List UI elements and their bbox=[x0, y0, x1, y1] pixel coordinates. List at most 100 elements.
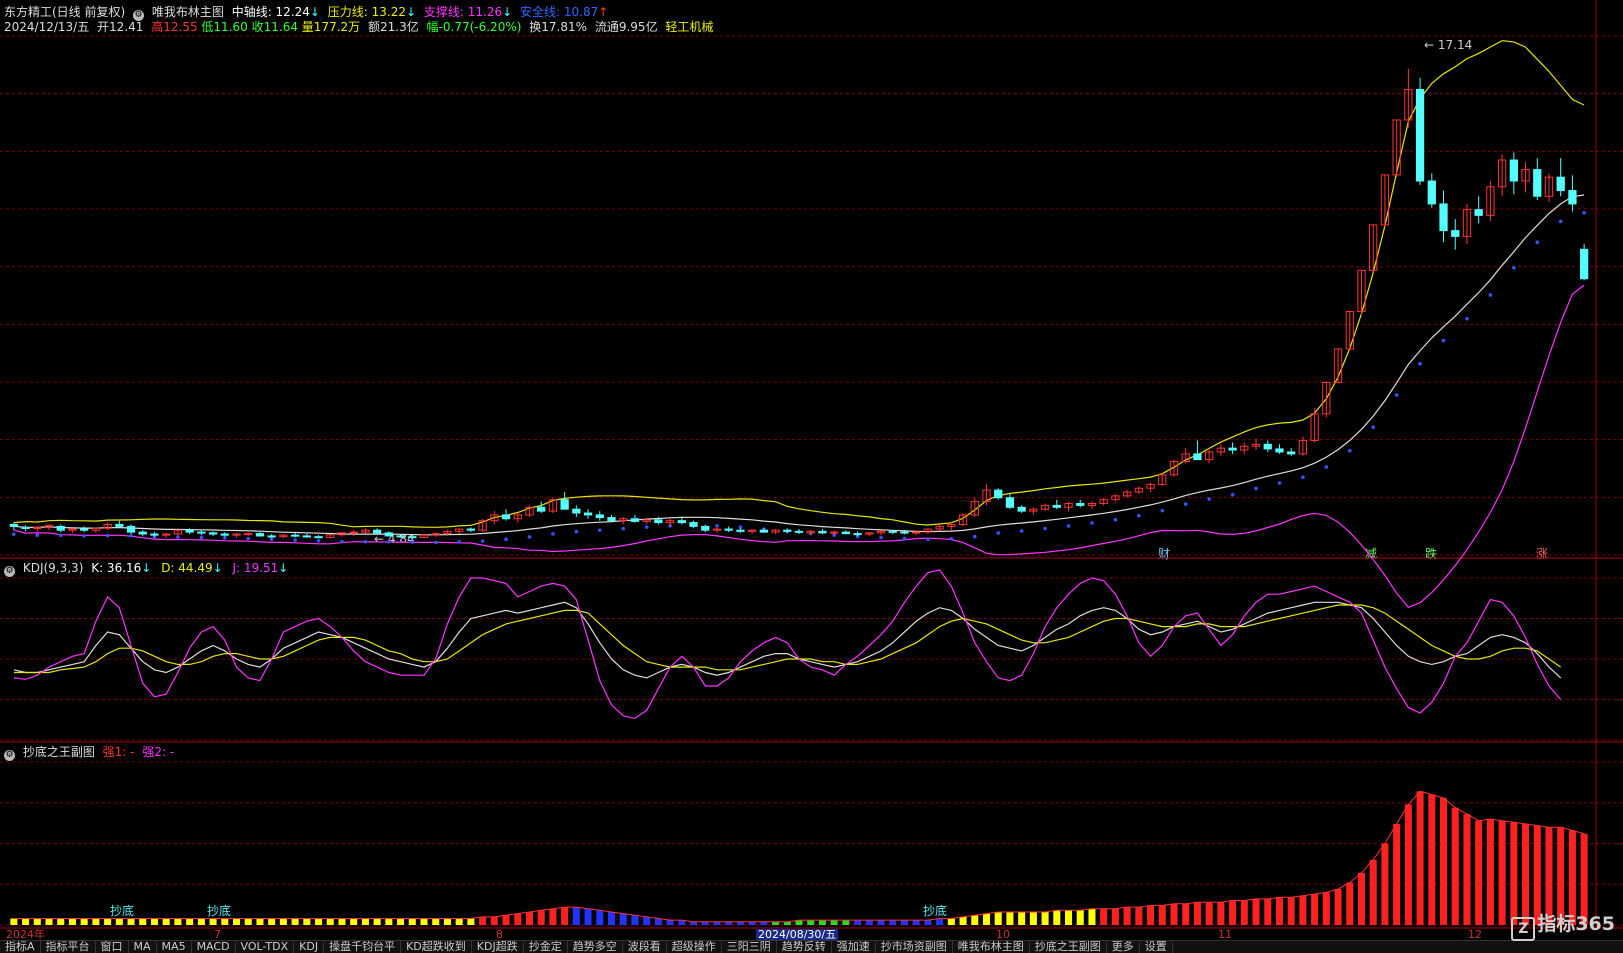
candle-body bbox=[466, 528, 476, 531]
candle-body bbox=[1263, 443, 1272, 450]
indicator-tab[interactable]: MA5 bbox=[157, 941, 192, 953]
candle-body bbox=[1076, 502, 1085, 506]
indicator-tab[interactable]: 趋势反转 bbox=[777, 941, 832, 953]
sub-bar bbox=[1041, 911, 1049, 925]
safe-line-dot bbox=[12, 532, 16, 536]
candle-body bbox=[1451, 230, 1460, 237]
sub-bar bbox=[1053, 910, 1061, 925]
indicator-tab[interactable]: 强加速 bbox=[832, 941, 876, 953]
sub-bar bbox=[256, 918, 264, 925]
sub-bar bbox=[748, 921, 756, 925]
sub-bar bbox=[982, 913, 991, 925]
sub-bar bbox=[1217, 902, 1225, 925]
indicator-tab[interactable]: 抄底之王副图 bbox=[1030, 941, 1107, 953]
sub-bar bbox=[408, 918, 416, 925]
sub-bar bbox=[139, 918, 147, 925]
sub-bar bbox=[666, 920, 674, 925]
indicator-tab[interactable]: 唯我布林主图 bbox=[953, 941, 1030, 953]
indicator-tab[interactable]: KDJ超跌 bbox=[472, 941, 524, 953]
sub-bar bbox=[1463, 814, 1471, 925]
chart-canvas[interactable] bbox=[0, 0, 1623, 952]
indicator-tab[interactable]: 设置 bbox=[1140, 941, 1173, 953]
sub-bar bbox=[479, 916, 487, 925]
sub-bar bbox=[1088, 908, 1096, 925]
safe-line-dot bbox=[246, 536, 251, 541]
sub-bar bbox=[760, 921, 768, 925]
sub-bar bbox=[279, 918, 287, 925]
logo-icon: Z bbox=[1511, 917, 1536, 941]
sub-bar bbox=[1229, 900, 1237, 925]
indicator-tab[interactable]: MA bbox=[129, 941, 157, 953]
indicator-tab[interactable]: 趋势多空 bbox=[568, 941, 623, 953]
sub-bar bbox=[57, 918, 65, 925]
candle-body bbox=[537, 506, 546, 512]
sub-bar bbox=[1393, 823, 1401, 925]
indicator-tab[interactable]: KD超跌收到 bbox=[401, 941, 472, 953]
kdj-d-line bbox=[13, 604, 1562, 674]
axis-month-10: 10 bbox=[996, 928, 1010, 941]
safe-line-dot bbox=[1512, 266, 1516, 270]
candle-body bbox=[80, 528, 89, 531]
sub-bar bbox=[1428, 794, 1436, 925]
kdj-j-line bbox=[13, 569, 1562, 720]
indicator-tab[interactable]: VOL-TDX bbox=[236, 941, 295, 953]
sub-bar bbox=[209, 918, 217, 925]
safe-line-dot bbox=[35, 533, 40, 537]
indicator-tab[interactable]: 波段看 bbox=[623, 941, 667, 953]
sub-bar bbox=[1100, 908, 1108, 925]
sub-bar bbox=[162, 918, 170, 925]
safe-line-dot bbox=[1066, 524, 1071, 528]
indicator-tab[interactable]: 超级操作 bbox=[667, 941, 722, 953]
candle-body bbox=[267, 535, 276, 538]
sub-bar bbox=[713, 921, 721, 925]
candle-body bbox=[1580, 248, 1589, 280]
indicator-tab[interactable]: KDJ bbox=[294, 941, 325, 953]
safe-line-dot bbox=[504, 537, 508, 542]
candle-body bbox=[1509, 159, 1518, 182]
safe-line-dot bbox=[1371, 425, 1376, 430]
indicator-tab[interactable]: 三阳三阴 bbox=[722, 941, 777, 953]
sub-bar bbox=[315, 918, 323, 925]
candle-body bbox=[408, 536, 417, 539]
safe-line-dot bbox=[644, 525, 649, 529]
safe-line-dot bbox=[926, 537, 930, 541]
candle-body bbox=[56, 525, 65, 531]
indicator-tab[interactable]: 指标平台 bbox=[41, 941, 96, 953]
indicator-tab[interactable]: 抄市场资副图 bbox=[876, 941, 953, 953]
sub-bar bbox=[736, 921, 744, 925]
sub-bar bbox=[1018, 911, 1026, 925]
candle-body bbox=[314, 536, 323, 539]
indicator-tab[interactable]: 更多 bbox=[1107, 941, 1140, 953]
safe-line-dot bbox=[1137, 513, 1141, 518]
candle-body bbox=[1287, 451, 1296, 455]
candle-body bbox=[349, 531, 358, 534]
candle-body bbox=[501, 514, 511, 520]
safe-line-dot bbox=[410, 540, 415, 544]
sub-bar bbox=[537, 910, 545, 925]
sub-bar bbox=[1182, 903, 1190, 925]
sub-bar bbox=[1240, 900, 1248, 925]
candle-body bbox=[373, 529, 382, 534]
candle-body bbox=[689, 522, 698, 527]
sub-bar bbox=[654, 918, 662, 925]
candle-body bbox=[1427, 180, 1436, 205]
candle-body bbox=[783, 529, 792, 532]
sub-bar bbox=[1381, 843, 1389, 925]
candle-body bbox=[994, 489, 1003, 499]
indicator-tab[interactable]: 操盘千钧台平 bbox=[324, 941, 402, 953]
indicator-tab[interactable]: MACD bbox=[192, 941, 236, 953]
indicator-tab[interactable]: 抄金定 bbox=[524, 941, 568, 953]
safe-line-dot bbox=[1535, 240, 1540, 244]
safe-line-dot bbox=[480, 539, 485, 543]
sub-bar bbox=[690, 921, 698, 925]
sub-bar bbox=[643, 916, 651, 925]
sub-bar bbox=[1029, 911, 1037, 925]
indicator-tab[interactable]: 指标A bbox=[0, 941, 41, 953]
sub-bar bbox=[1252, 898, 1260, 925]
sub-bar bbox=[361, 918, 369, 925]
candle-body bbox=[396, 535, 405, 538]
indicator-tab[interactable]: 窗口 bbox=[96, 941, 129, 953]
safe-line-dot bbox=[363, 539, 368, 544]
mid-line bbox=[13, 194, 1585, 536]
safe-line-dot bbox=[902, 536, 907, 541]
